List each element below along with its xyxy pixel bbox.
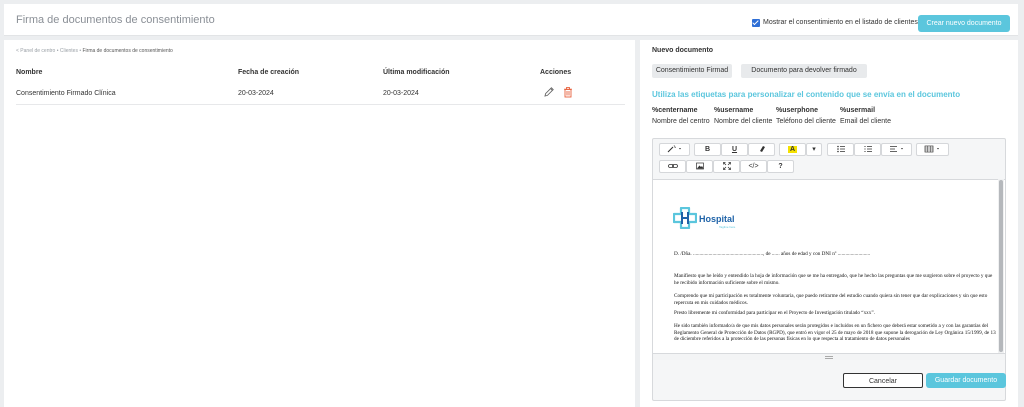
show-in-list-checkbox[interactable]: [752, 19, 760, 27]
code-view-button[interactable]: </>: [740, 160, 767, 173]
documents-list-panel: < Panel de centro • Clientes • Firma de …: [4, 40, 635, 407]
editor-resize-handle[interactable]: [653, 353, 1005, 360]
tags-heading: Utiliza las etiquetas para personalizar …: [652, 90, 961, 99]
panel-title: Nuevo documento: [652, 47, 714, 54]
row-created: 20-03-2024: [238, 90, 274, 97]
tag-userphone: %userphone Teléfono del cliente: [776, 107, 836, 125]
table-icon[interactable]: [916, 143, 949, 156]
row-name: Consentimiento Firmado Clínica: [16, 90, 116, 97]
show-in-list-label[interactable]: Mostrar el consentimiento en el listado …: [763, 19, 918, 26]
doc-line-identity: D. /Dña. ...............................…: [674, 251, 871, 257]
magic-wand-icon[interactable]: [659, 143, 690, 156]
tag-centername: %centername Nombre del centro: [652, 107, 710, 125]
tag-username: %username Nombre del cliente: [714, 107, 773, 125]
doc-paragraph-4: He sido también informado/a de que mis d…: [674, 323, 996, 343]
link-icon[interactable]: [659, 160, 686, 173]
column-header-name: Nombre: [16, 69, 43, 76]
column-header-created: Fecha de creación: [238, 69, 300, 76]
hospital-logo-icon: [673, 207, 697, 229]
cancel-button[interactable]: Cancelar: [843, 373, 923, 388]
table-row: Consentimiento Firmado Clínica 20-03-202…: [16, 85, 625, 105]
column-header-modified: Última modificación: [383, 69, 450, 76]
underline-button[interactable]: U: [721, 143, 748, 156]
logo-name: Hospital: [699, 214, 735, 224]
breadcrumb-current: Firma de documentos de consentimiento: [82, 48, 173, 54]
column-header-actions: Acciones: [540, 69, 572, 76]
list-ul-icon[interactable]: [827, 143, 854, 156]
edit-pencil-icon[interactable]: [543, 86, 555, 98]
create-document-button[interactable]: Crear nuevo documento: [918, 15, 1010, 32]
breadcrumb: < Panel de centro • Clientes • Firma de …: [16, 48, 173, 54]
breadcrumb-back-link[interactable]: < Panel de centro: [16, 48, 55, 54]
row-modified: 20-03-2024: [383, 90, 419, 97]
help-button[interactable]: ?: [767, 160, 794, 173]
tag-usermail: %usermail Email del cliente: [840, 107, 891, 125]
breadcrumb-clients-link[interactable]: Clientes: [60, 48, 78, 54]
eraser-icon[interactable]: [748, 143, 775, 156]
trash-icon[interactable]: [562, 86, 574, 98]
rich-text-editor: B U A ▾ </> ? Hospital Tagline here D. /…: [652, 138, 1006, 401]
doc-paragraph-1: Manifiesto que he leído y entendido la h…: [674, 273, 993, 286]
page-title: Firma de documentos de consentimiento: [16, 14, 215, 26]
tab-return-signed[interactable]: Documento para devolver firmado: [741, 64, 867, 78]
top-bar: Firma de documentos de consentimiento Mo…: [4, 4, 1018, 36]
new-document-panel: Nuevo documento Consentimiento Firmad Do…: [640, 40, 1018, 407]
doc-paragraph-2: Comprendo que mi participación es totalm…: [674, 293, 988, 306]
tab-consent[interactable]: Consentimiento Firmad: [652, 64, 732, 78]
fullscreen-icon[interactable]: [713, 160, 740, 173]
list-ol-icon[interactable]: [854, 143, 881, 156]
bold-button[interactable]: B: [694, 143, 721, 156]
highlight-color-button[interactable]: A: [779, 143, 806, 156]
editor-content[interactable]: Hospital Tagline here D. /Dña. .........…: [653, 179, 1005, 353]
chevron-down-icon[interactable]: ▾: [806, 143, 822, 156]
image-icon[interactable]: [686, 160, 713, 173]
save-document-button[interactable]: Guardar documento: [926, 373, 1006, 388]
editor-scrollbar[interactable]: [998, 179, 1004, 355]
doc-paragraph-3: Presto libremente mi conformidad para pa…: [674, 310, 875, 316]
align-icon[interactable]: [881, 143, 912, 156]
logo-tagline: Tagline here: [719, 225, 736, 229]
